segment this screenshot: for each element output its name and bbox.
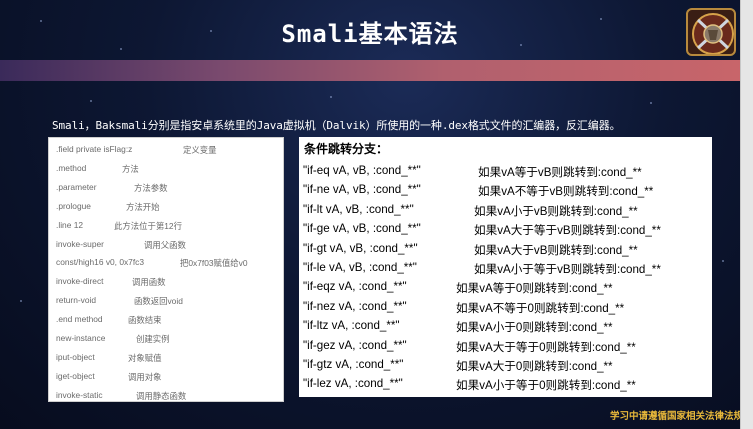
opcode-description: 调用静态函数	[136, 390, 187, 401]
table-row: "if-gtz vA, :cond_**" 如果vA大于0则跳转到:cond_**	[303, 358, 613, 373]
star	[330, 96, 332, 98]
table-row: "if-lez vA, :cond_**" 如果vA小于等于0则跳转到:cond_…	[303, 377, 636, 392]
opcode-description: 调用对象	[128, 371, 162, 382]
branch-description: 如果vA不等于vB则跳转到:cond_**	[478, 185, 654, 199]
intro-text: Smali，Baksmali分别是指安卓系统里的Java虚拟机（Dalvik）所…	[52, 119, 621, 132]
opcode-table: .field private isFlag:z 定义变量 .method 方法 .par…	[48, 137, 284, 402]
opcode-description: 函数返回void	[134, 296, 183, 307]
opcode-description: 函数结束	[128, 315, 162, 326]
table-row: const/high16 v0, 0x7fc3 把0x7f03赋值给v0	[56, 257, 248, 268]
table-row: .end method 函数结束	[56, 314, 162, 325]
opcode-description: 对象赋值	[128, 352, 162, 363]
branch-description: 如果vA大于等于vB则跳转到:cond_**	[474, 224, 661, 238]
title-divider-band	[0, 60, 740, 81]
table-row: "if-eq vA, vB, :cond_**" 如果vA等于vB则跳转到:con…	[303, 164, 642, 179]
branch-description: 如果vA不等于0则跳转到:cond_**	[456, 301, 625, 315]
table-row: "if-eqz vA, :cond_**" 如果vA等于0则跳转到:cond_**	[303, 280, 613, 295]
opcode-description: 调用函数	[132, 277, 166, 288]
opcode-code: invoke-direct	[56, 276, 104, 287]
table-row: invoke-static 调用静态函数	[56, 389, 186, 401]
conditional-branch-title: 条件跳转分支：	[304, 142, 389, 156]
table-row: .line 12 此方法位于第12行	[56, 219, 182, 231]
branch-code: "if-gez vA, :cond_**"	[303, 338, 407, 352]
opcode-description: 把0x7f03赋值给v0	[180, 258, 248, 269]
branch-code: "if-gt vA, vB, :cond_**"	[303, 241, 418, 255]
opcode-description: 方法	[122, 163, 139, 174]
table-row: "if-gt vA, vB, :cond_**" 如果vA大于vB则跳转到:con…	[303, 241, 638, 257]
presentation-slide: Smali基本语法 Smali，Baksmali分别是指安卓系统里的Java虚拟…	[0, 0, 740, 429]
branch-description: 如果vA小于等于0则跳转到:cond_**	[456, 379, 636, 393]
opcode-description: 定义变量	[183, 145, 217, 155]
star	[90, 100, 92, 102]
opcode-code: invoke-super	[56, 238, 104, 249]
opcode-code: .line 12	[56, 219, 84, 230]
branch-description: 如果vA小于等于vB则跳转到:cond_**	[474, 263, 661, 276]
table-row: .method 方法	[56, 162, 139, 174]
table-row: .field private isFlag:z 定义变量	[56, 144, 217, 155]
opcode-description: 此方法位于第12行	[114, 220, 182, 231]
opcode-code: iget-object	[56, 370, 95, 381]
table-row: "if-gez vA, :cond_**" 如果vA大于等于0则跳转到:cond_…	[303, 338, 636, 354]
branch-code: "if-eq vA, vB, :cond_**"	[303, 164, 421, 177]
opcode-description: 方法参数	[134, 182, 168, 193]
star	[650, 102, 652, 104]
opcode-code: .parameter	[56, 181, 97, 192]
footer-notice: 学习中请遵循国家相关法律法规	[610, 411, 740, 422]
star	[20, 300, 22, 302]
opcode-code: iput-object	[56, 351, 95, 362]
opcode-code: .end method	[56, 314, 103, 325]
table-row: "if-le vA, vB, :cond_**" 如果vA小于等于vB则跳转到:c…	[303, 261, 661, 276]
vertical-scrollbar[interactable]	[740, 0, 753, 429]
opcode-code: return-void	[56, 295, 97, 306]
branch-code: "if-nez vA, :cond_**"	[303, 299, 407, 313]
opcode-code: const/high16 v0, 0x7fc3	[56, 257, 144, 268]
branch-description: 如果vA等于0则跳转到:cond_**	[456, 282, 613, 296]
branch-code: "if-lt vA, vB, :cond_**"	[303, 202, 414, 216]
opcode-code: new-instance	[56, 333, 106, 343]
knight-shield-icon	[686, 8, 736, 56]
branch-code: "if-eqz vA, :cond_**"	[303, 280, 407, 294]
table-row: iget-object 调用对象	[56, 370, 162, 382]
table-row: return-void 函数返回void	[56, 295, 183, 306]
opcode-code: .field private isFlag:z	[56, 144, 133, 154]
star	[722, 260, 724, 262]
opcode-code: .prologue	[56, 200, 91, 211]
branch-description: 如果vA小于0则跳转到:cond_**	[456, 321, 613, 335]
table-row: .prologue 方法开始	[56, 200, 160, 212]
table-row: "if-ge vA, vB, :cond_**" 如果vA大于等于vB则跳转到:c…	[303, 222, 661, 237]
branch-code: "if-lez vA, :cond_**"	[303, 377, 403, 391]
branch-code: "if-ne vA, vB, :cond_**"	[303, 183, 421, 197]
branch-code: "if-ltz vA, :cond_**"	[303, 319, 400, 333]
branch-code: "if-gtz vA, :cond_**"	[303, 358, 404, 371]
table-row: "if-lt vA, vB, :cond_**" 如果vA小于vB则跳转到:con…	[303, 202, 638, 218]
opcode-code: .method	[56, 162, 87, 173]
table-row: invoke-super 调用父函数	[56, 238, 186, 250]
slide-title: Smali基本语法	[281, 20, 459, 48]
table-row: invoke-direct 调用函数	[56, 276, 166, 287]
branch-description: 如果vA大于等于0则跳转到:cond_**	[456, 340, 636, 354]
table-row: new-instance 创建实例	[56, 333, 170, 344]
branch-description: 如果vA大于vB则跳转到:cond_**	[474, 243, 638, 257]
table-row: iput-object 对象赋值	[56, 351, 162, 363]
conditional-branch-table: 条件跳转分支： "if-eq vA, vB, :cond_**" 如果vA等于vB…	[299, 137, 712, 397]
table-row: "if-ne vA, vB, :cond_**" 如果vA不等于vB则跳转到:co…	[303, 183, 653, 198]
opcode-description: 调用父函数	[144, 239, 186, 250]
opcode-description: 方法开始	[126, 201, 160, 212]
branch-code: "if-ge vA, vB, :cond_**"	[303, 222, 421, 236]
opcode-code: invoke-static	[56, 389, 103, 400]
branch-description: 如果vA小于vB则跳转到:cond_**	[474, 204, 638, 218]
opcode-description: 创建实例	[136, 334, 170, 344]
table-row: "if-ltz vA, :cond_**" 如果vA小于0则跳转到:cond_**	[303, 319, 613, 334]
branch-code: "if-le vA, vB, :cond_**"	[303, 261, 417, 274]
branch-description: 如果vA等于vB则跳转到:cond_**	[478, 166, 642, 179]
table-row: "if-nez vA, :cond_**" 如果vA不等于0则跳转到:cond_*…	[303, 299, 624, 315]
table-row: .parameter 方法参数	[56, 181, 168, 193]
branch-description: 如果vA大于0则跳转到:cond_**	[456, 360, 613, 373]
